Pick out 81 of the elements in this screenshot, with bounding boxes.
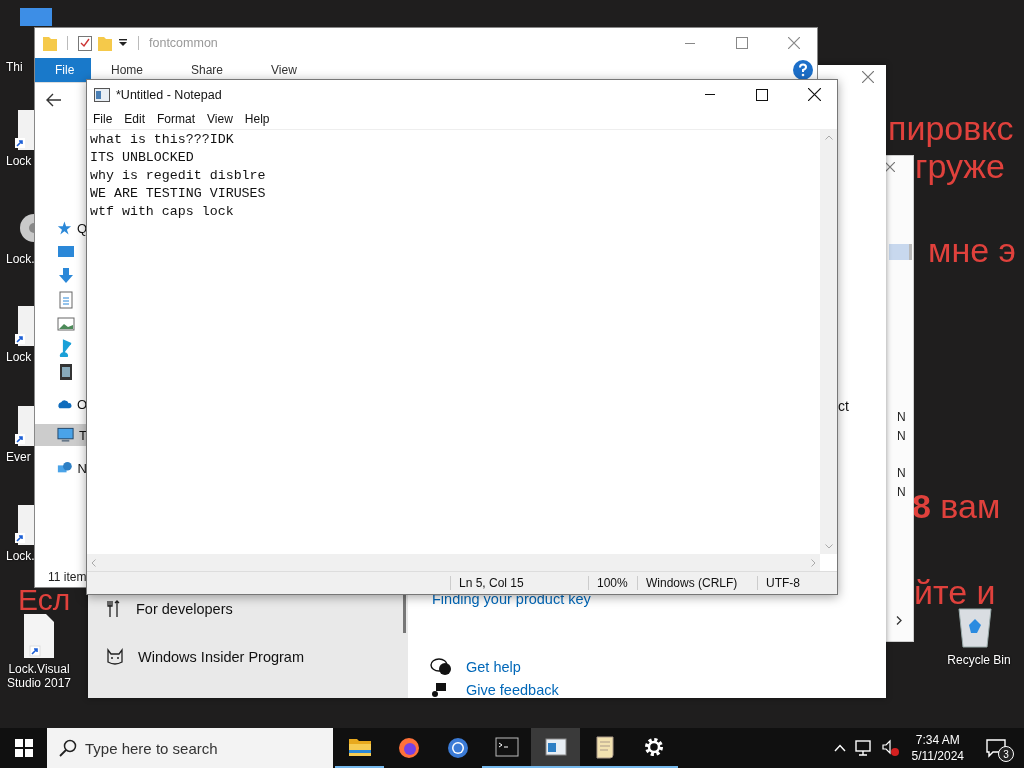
- menu-item[interactable]: View: [205, 112, 239, 126]
- text-line: WE ARE TESTING VIRUSES: [90, 185, 267, 203]
- settings-nav-item[interactable]: For developers: [88, 597, 408, 621]
- shortcut-icon[interactable]: [12, 406, 34, 446]
- help-chat-icon: [430, 657, 452, 677]
- clock-date[interactable]: 5/11/2024: [911, 748, 964, 764]
- download-icon: [57, 267, 75, 285]
- settings-link[interactable]: Get help: [466, 659, 521, 675]
- windows-start-icon[interactable]: [15, 739, 33, 757]
- desktop-icon-label[interactable]: Ever: [6, 450, 31, 464]
- status-text: Ln 5, Col 15: [450, 576, 588, 590]
- desktop-icon-label[interactable]: Thi: [6, 60, 23, 74]
- window-icon: [543, 735, 568, 759]
- notification-icon[interactable]: [985, 738, 1007, 758]
- text-line: why is regedit disblre: [90, 167, 267, 185]
- table-cell-text: N: [897, 409, 906, 426]
- wallpaper-text: 8 вам: [912, 486, 1001, 527]
- help-icon[interactable]: [793, 60, 813, 80]
- cat-icon: [106, 648, 124, 666]
- wallpaper-text: гружe: [915, 147, 1005, 187]
- back-arrow-icon[interactable]: [46, 93, 62, 107]
- nav-item[interactable]: N: [35, 457, 87, 479]
- table-cell-text: N: [897, 428, 906, 445]
- table-cell-text: N: [897, 484, 906, 501]
- text-line: ITS UNBLOCKED: [90, 149, 195, 167]
- status-text: 100%: [588, 576, 637, 590]
- shortcut-icon[interactable]: [12, 505, 34, 545]
- text-area[interactable]: what is this???IDK ITS UNBLOCKED why is regedit disblre WE ARE TESTING VIRUSES wtf with caps lock: [87, 130, 820, 554]
- desktop-icon-label[interactable]: Lock: [6, 350, 32, 364]
- nav-item[interactable]: O: [35, 393, 87, 415]
- nav-item[interactable]: T: [35, 424, 87, 446]
- shortcut-icon[interactable]: [12, 306, 34, 346]
- search-icon: [59, 739, 77, 757]
- search-field[interactable]: Type here to search: [47, 728, 333, 768]
- dropdown-icon[interactable]: [118, 38, 128, 48]
- firefox-icon: [396, 736, 421, 760]
- window-title: fontcommon: [149, 36, 218, 50]
- terminal-icon: [494, 735, 519, 759]
- document-icon: [57, 291, 75, 309]
- volume-muted-icon[interactable]: [881, 739, 900, 757]
- status-text: 11 item: [48, 570, 87, 584]
- status-text: UTF-8: [757, 576, 837, 590]
- desktop-icon-label[interactable]: Lock: [6, 154, 32, 168]
- settings-text: ct: [838, 398, 849, 414]
- menu-item[interactable]: Format: [155, 112, 202, 126]
- star-icon: [57, 219, 72, 237]
- chevron-up-icon[interactable]: [833, 744, 846, 752]
- pc-icon: [57, 426, 75, 444]
- window-title: *Untitled - Notepad: [116, 87, 222, 102]
- settings-link[interactable]: Give feedback: [466, 682, 559, 698]
- wallpaper-text: йте и: [914, 572, 996, 613]
- notepad-icon: [94, 87, 110, 102]
- notification-count: 3: [998, 746, 1014, 762]
- menu-item[interactable]: Edit: [122, 112, 152, 126]
- browser-icon: [445, 736, 470, 760]
- desktop-icon-label[interactable]: Lock.Visual Studio 2017: [0, 662, 78, 690]
- close-icon[interactable]: [807, 88, 821, 101]
- settings-nav-item[interactable]: Windows Insider Program: [88, 645, 408, 669]
- text-line: wtf with caps lock: [90, 203, 235, 221]
- nav-item[interactable]: Q: [35, 217, 87, 239]
- text-line: what is this???IDK: [90, 131, 235, 149]
- pictures-icon: [57, 315, 75, 333]
- scroll-right-icon[interactable]: [896, 616, 902, 625]
- ribbon-tab[interactable]: File: [35, 58, 91, 82]
- checklist-icon[interactable]: [78, 35, 92, 51]
- desktop-icon-label[interactable]: Lock.: [6, 549, 35, 563]
- wallpaper-text: мне э: [928, 230, 1016, 271]
- taskbar-app[interactable]: [531, 728, 580, 768]
- wallpaper-text: пировкс: [888, 108, 1014, 149]
- menu-item[interactable]: File: [91, 112, 119, 126]
- shortcut-icon[interactable]: [12, 110, 34, 150]
- desktop-icon-label[interactable]: Recycle Bin: [940, 653, 1018, 667]
- menu-item[interactable]: Help: [242, 112, 276, 126]
- wallpaper-text: Есл: [18, 582, 71, 618]
- video-icon: [57, 363, 75, 381]
- network-icon[interactable]: [853, 739, 874, 757]
- tools-icon: [106, 600, 122, 618]
- table-cell-text: N: [897, 465, 906, 482]
- desktop-icon-label[interactable]: Lock.: [6, 252, 35, 266]
- status-text: Windows (CRLF): [637, 576, 757, 590]
- clock-time[interactable]: 7:34 AM: [915, 732, 960, 748]
